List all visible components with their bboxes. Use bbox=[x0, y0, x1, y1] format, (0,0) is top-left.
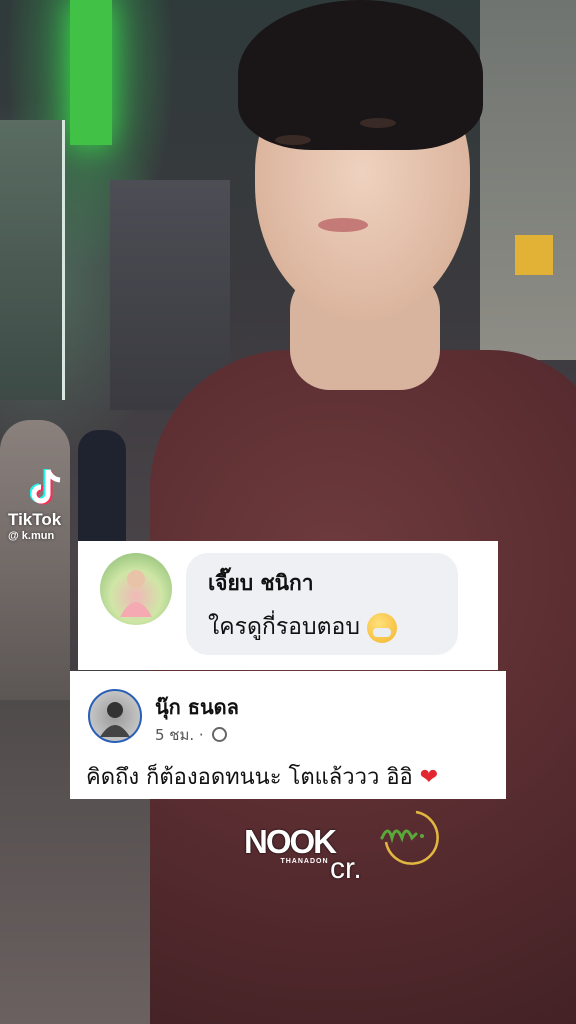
nook-logo: NOOK THANADON bbox=[244, 823, 337, 865]
comment-text: ใครดูกี่รอบตอบ bbox=[208, 614, 360, 640]
comment-author: เจี๊ยบ ชนิกา bbox=[208, 571, 314, 595]
man-eye bbox=[360, 118, 396, 128]
logo-main: NOOK bbox=[244, 823, 337, 860]
man-hair bbox=[238, 0, 483, 150]
tiktok-watermark: TikTok @ k.mun bbox=[8, 466, 68, 542]
comment-author: นุ๊ก ธนดล bbox=[155, 695, 239, 719]
pedestrian bbox=[78, 430, 126, 550]
logo-sub: THANADON bbox=[280, 858, 329, 865]
avatar bbox=[88, 689, 142, 743]
credit-label: cr. bbox=[330, 852, 362, 885]
signature-logo-icon bbox=[378, 808, 448, 868]
comment-text-row: ใครดูกี่รอบตอบ bbox=[208, 609, 398, 645]
red-heart-icon: ❤ bbox=[419, 765, 439, 790]
pedestrian bbox=[0, 420, 70, 700]
comment-text-row: คิดถึง ก็ต้องอดทนนะ โตแล้ววว อิอิ ❤ bbox=[86, 759, 438, 794]
tiktok-brand: TikTok bbox=[8, 510, 62, 529]
comment-bubble: เจี๊ยบ ชนิกา ใครดูกี่รอบตอบ bbox=[186, 553, 458, 655]
comment-time: 5 ชม. · bbox=[155, 726, 204, 744]
comment-card-1: เจี๊ยบ ชนิกา ใครดูกี่รอบตอบ bbox=[78, 541, 498, 670]
comment-card-2: นุ๊ก ธนดล 5 ชม. · คิดถึง ก็ต้องอดทนนะ โต… bbox=[70, 671, 506, 799]
comment-text: คิดถึง ก็ต้องอดทนนะ โตแล้ววว อิอิ bbox=[86, 765, 413, 790]
globe-icon bbox=[212, 727, 228, 742]
tiktok-logo-icon bbox=[29, 466, 68, 510]
left-building bbox=[0, 120, 65, 400]
man-eye bbox=[275, 135, 311, 145]
right-building bbox=[480, 0, 576, 360]
tiktok-handle: @ k.mun bbox=[8, 530, 55, 542]
man-mouth bbox=[318, 218, 368, 232]
face-with-mask-emoji-icon bbox=[367, 612, 398, 643]
avatar bbox=[100, 553, 172, 625]
yellow-sign bbox=[515, 235, 553, 275]
video-frame bbox=[0, 0, 576, 1024]
comment-meta: 5 ชม. · bbox=[155, 723, 228, 747]
green-sign bbox=[70, 0, 112, 145]
